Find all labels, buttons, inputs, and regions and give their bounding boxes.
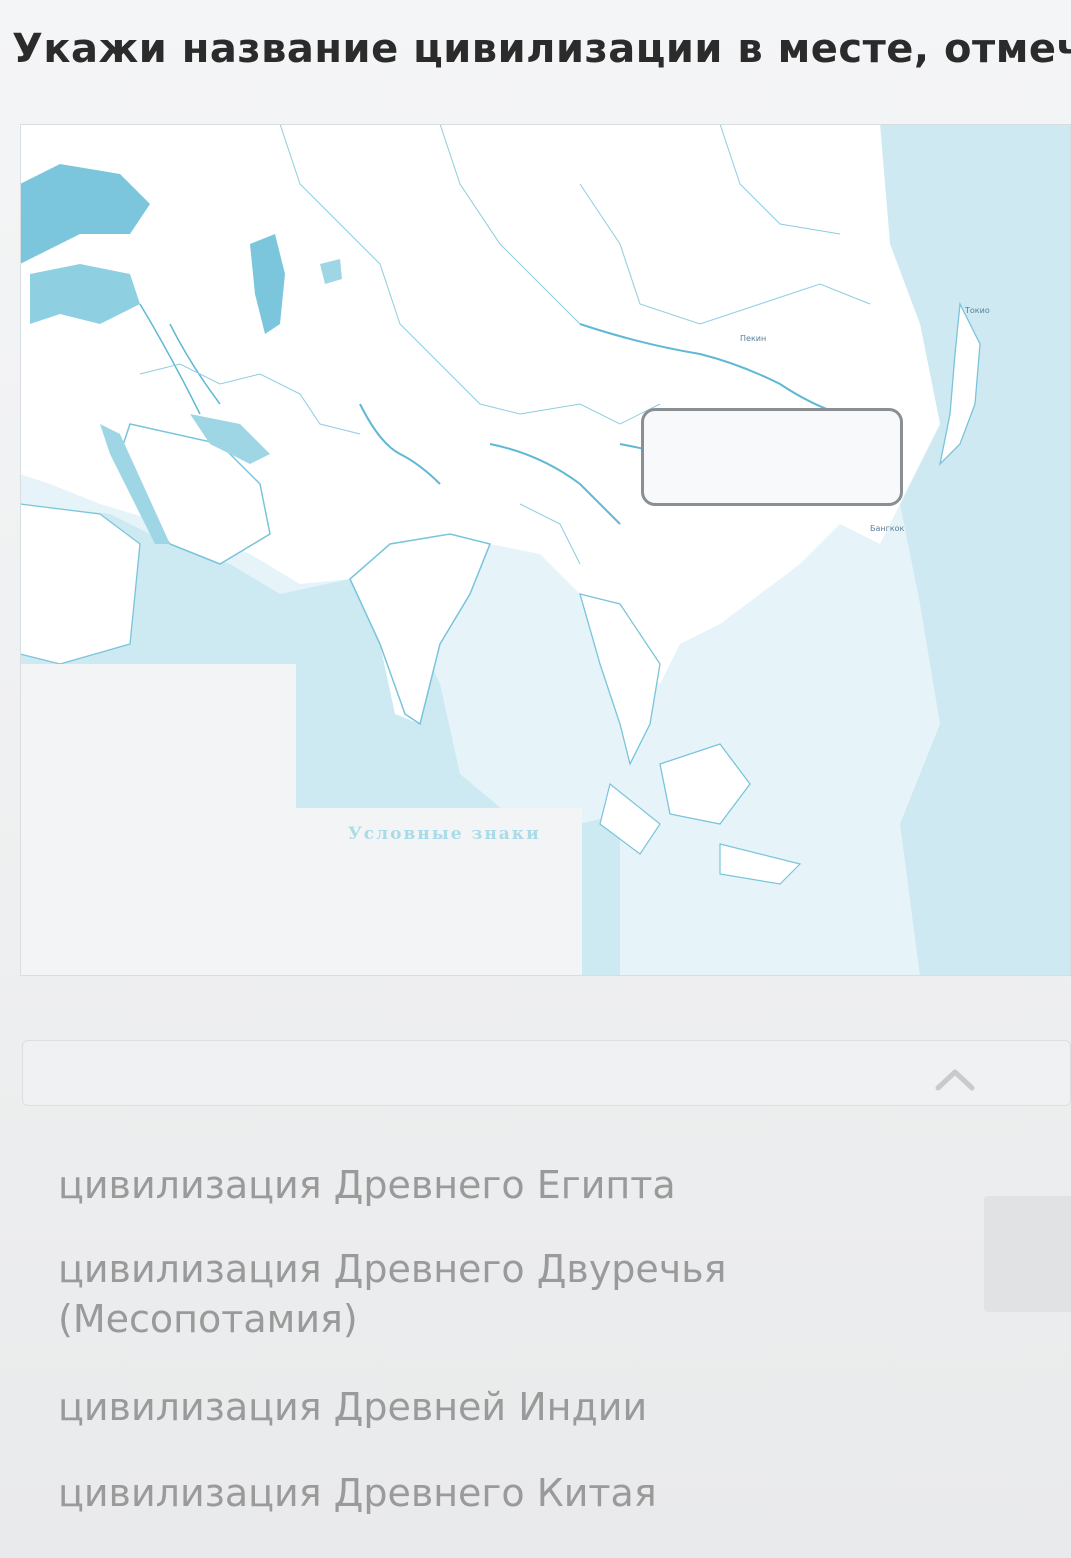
question-title: Укажи название цивилизации в месте, отме… xyxy=(12,26,1071,72)
page: Укажи название цивилизации в месте, отме… xyxy=(0,0,1071,1558)
answer-dropdown[interactable] xyxy=(22,1040,1071,1106)
answer-marker-box xyxy=(641,408,903,506)
dropdown-option[interactable]: цивилизация Древнего Китая xyxy=(58,1468,798,1518)
map: Пекин Токио Бангкок Условные знаки xyxy=(20,124,1071,976)
city-label: Бангкок xyxy=(870,524,905,533)
dropdown-option[interactable]: цивилизация Древней Индии xyxy=(58,1382,798,1432)
dropdown-option[interactable]: цивилизация Древнего Двуречья (Месопотам… xyxy=(58,1244,798,1344)
city-label: Токио xyxy=(965,306,990,315)
city-label: Пекин xyxy=(740,334,767,343)
dropdown-option[interactable]: цивилизация Древнего Египта xyxy=(58,1160,798,1210)
map-drawing xyxy=(20,124,1071,976)
chevron-up-icon[interactable] xyxy=(934,1066,976,1092)
map-legend-title: Условные знаки xyxy=(348,824,541,844)
side-panel-tab[interactable] xyxy=(984,1196,1071,1312)
